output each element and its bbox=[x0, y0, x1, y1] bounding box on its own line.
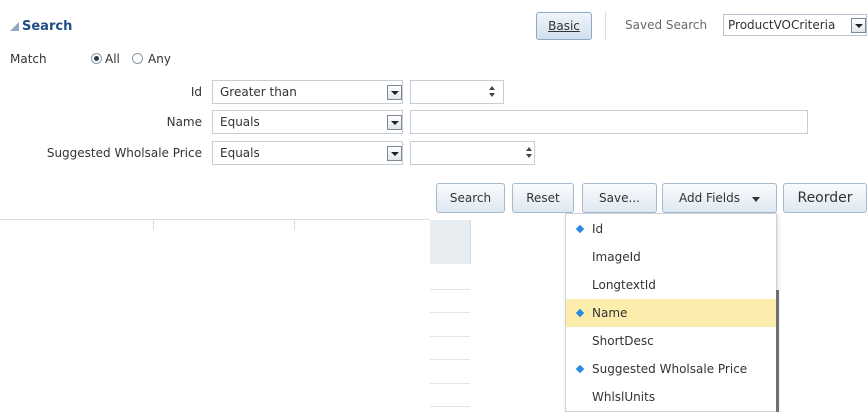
match-all-radio[interactable] bbox=[91, 53, 102, 64]
spinner-icon[interactable] bbox=[489, 85, 497, 99]
menu-item-label: Suggested Wholsale Price bbox=[592, 362, 748, 376]
menu-item-label: ShortDesc bbox=[592, 334, 654, 348]
save-button-label: Save... bbox=[599, 191, 640, 205]
menu-item-label: WhlslUnits bbox=[592, 390, 656, 404]
criteria-label-name: Name bbox=[166, 115, 202, 129]
menu-item-whlslunits[interactable]: WhlslUnits bbox=[566, 383, 778, 411]
search-button[interactable]: Search bbox=[436, 183, 505, 213]
id-value-input[interactable] bbox=[410, 80, 504, 104]
column-divider bbox=[294, 220, 295, 230]
id-operator-select[interactable]: Greater than bbox=[212, 80, 403, 104]
collapse-triangle-icon[interactable] bbox=[10, 22, 19, 31]
chevron-down-icon[interactable] bbox=[851, 18, 866, 33]
table-row bbox=[430, 359, 470, 360]
name-value-input[interactable] bbox=[410, 110, 808, 134]
table-row bbox=[430, 312, 470, 313]
menu-item-label: LongtextId bbox=[592, 278, 656, 292]
name-operator-select[interactable]: Equals bbox=[212, 110, 403, 134]
search-button-label: Search bbox=[449, 191, 492, 205]
spinner-icon[interactable] bbox=[526, 146, 534, 160]
reset-button[interactable]: Reset bbox=[512, 183, 574, 213]
table-row bbox=[430, 406, 470, 407]
chevron-down-icon[interactable] bbox=[387, 146, 402, 161]
menu-item-id[interactable]: Id bbox=[566, 215, 778, 243]
saved-search-label: Saved Search bbox=[625, 18, 708, 32]
menu-item-label: ImageId bbox=[592, 250, 641, 264]
match-any-radio[interactable] bbox=[132, 53, 143, 64]
menu-item-imageid[interactable]: ImageId bbox=[566, 243, 778, 271]
criteria-label-price: Suggested Wholsale Price bbox=[46, 146, 202, 160]
search-panel-header[interactable]: Search bbox=[10, 18, 72, 34]
match-label: Match bbox=[10, 52, 47, 66]
table-row bbox=[430, 289, 470, 290]
selected-diamond-icon bbox=[575, 308, 585, 318]
menu-scrollbar[interactable] bbox=[776, 290, 779, 412]
name-operator-value: Equals bbox=[220, 115, 260, 129]
menu-item-label: Id bbox=[592, 222, 604, 236]
saved-search-value: ProductVOCriteria bbox=[728, 18, 836, 32]
add-fields-button[interactable]: Add Fields bbox=[662, 183, 777, 213]
selected-diamond-icon bbox=[575, 224, 585, 234]
saved-search-select[interactable]: ProductVOCriteria bbox=[723, 14, 867, 36]
menu-item-suggested-wholsale-price[interactable]: Suggested Wholsale Price bbox=[566, 355, 778, 383]
selected-diamond-icon bbox=[575, 364, 585, 374]
basic-mode-button[interactable]: Basic bbox=[536, 12, 592, 40]
chevron-down-icon[interactable] bbox=[387, 115, 402, 130]
add-fields-label: Add Fields bbox=[679, 191, 740, 205]
match-any-label[interactable]: Any bbox=[148, 52, 171, 66]
menu-item-name[interactable]: Name bbox=[566, 299, 778, 327]
price-operator-select[interactable]: Equals bbox=[212, 141, 403, 165]
results-grid-header bbox=[430, 220, 471, 264]
save-button[interactable]: Save... bbox=[582, 183, 657, 213]
price-operator-value: Equals bbox=[220, 146, 260, 160]
basic-mode-label: Basic bbox=[548, 19, 580, 33]
toolbar-divider bbox=[605, 12, 606, 40]
menu-item-shortdesc[interactable]: ShortDesc bbox=[566, 327, 778, 355]
criteria-label-id: Id bbox=[190, 85, 202, 99]
menu-item-longtextid[interactable]: LongtextId bbox=[566, 271, 778, 299]
chevron-down-icon bbox=[752, 196, 760, 202]
reset-button-label: Reset bbox=[526, 191, 560, 205]
menu-item-label: Name bbox=[592, 306, 628, 320]
column-divider bbox=[153, 220, 154, 230]
chevron-down-icon[interactable] bbox=[387, 85, 402, 100]
reorder-button-label: Reorder bbox=[797, 190, 853, 206]
id-operator-value: Greater than bbox=[220, 85, 297, 99]
table-row bbox=[430, 383, 470, 384]
price-value-input[interactable] bbox=[410, 141, 535, 165]
table-row bbox=[430, 336, 470, 337]
results-table-header-line bbox=[0, 219, 430, 220]
panel-title: Search bbox=[22, 18, 73, 34]
reorder-button[interactable]: Reorder bbox=[783, 183, 867, 213]
add-fields-menu: Id ImageId LongtextId Name ShortDesc Sug… bbox=[565, 213, 778, 412]
match-all-label[interactable]: All bbox=[105, 52, 120, 66]
